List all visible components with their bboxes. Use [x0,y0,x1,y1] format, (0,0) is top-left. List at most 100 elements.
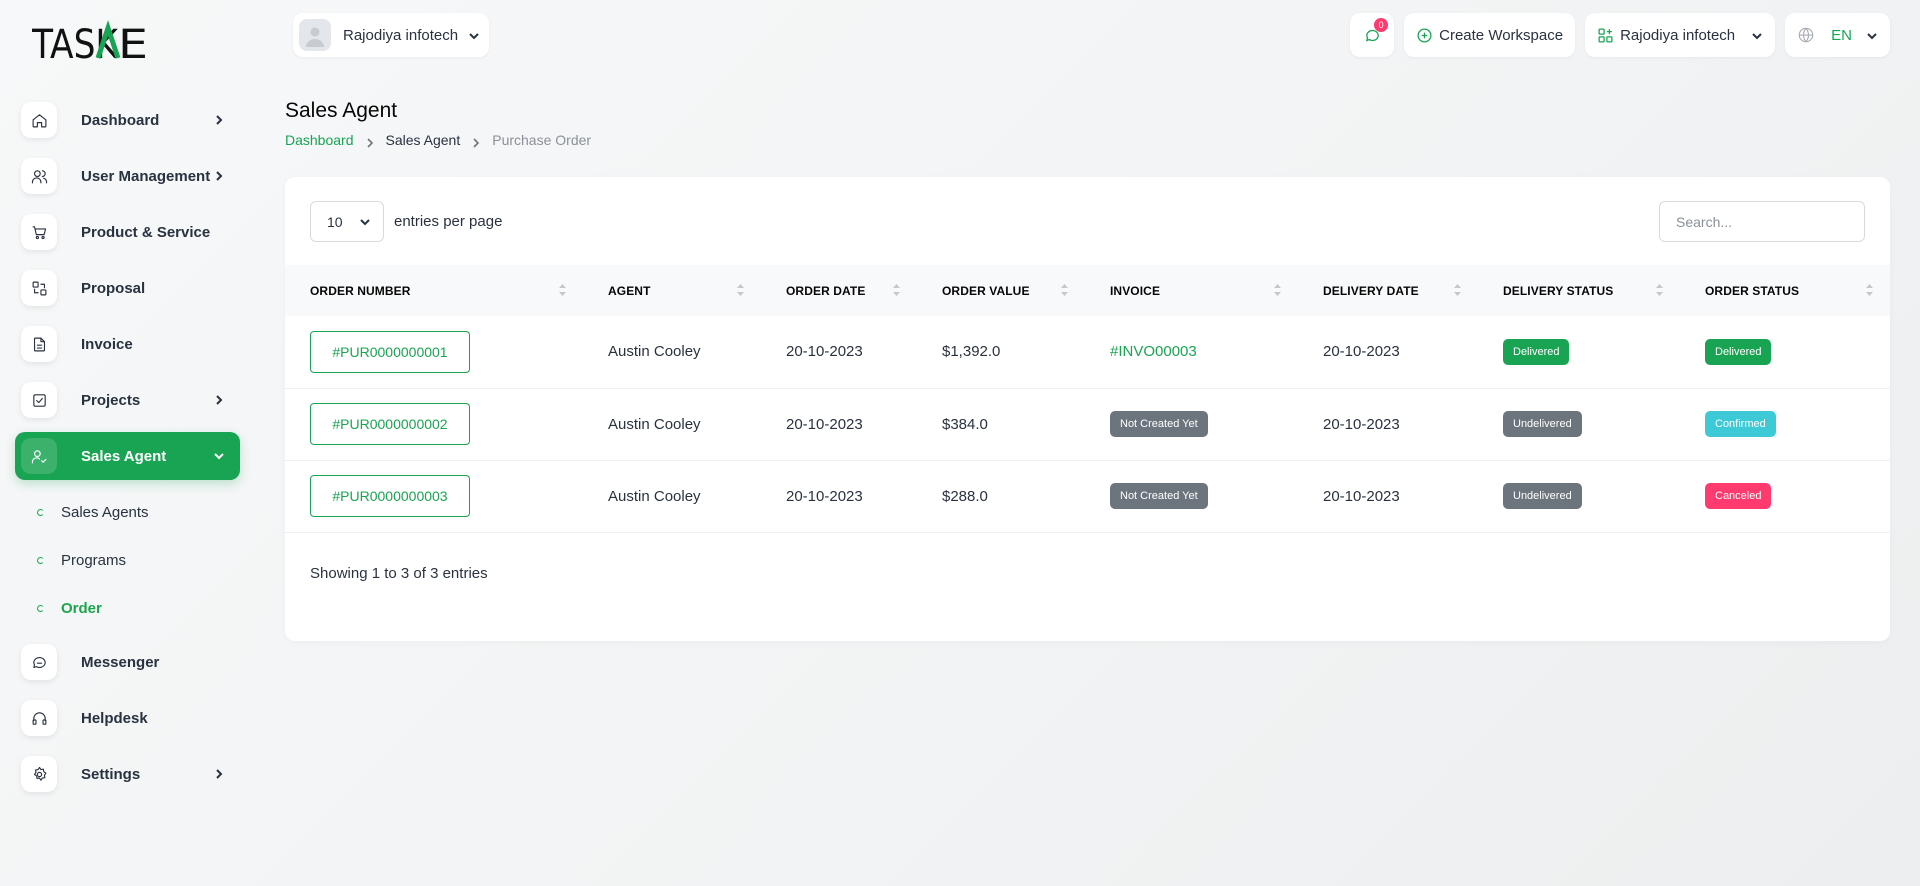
taskae-logo[interactable]: TASK E [32,20,150,64]
sidebar-item-label: Invoice [81,335,133,353]
sidebar-item-settings[interactable]: Settings [15,750,240,798]
sort-icon [892,283,901,297]
delivery-date-cell: 20-10-2023 [1298,316,1478,389]
sidebar-item-helpdesk[interactable]: Helpdesk [15,694,240,742]
chat-icon [21,644,57,680]
sales-agent-submenu: Sales Agents Programs Order [15,488,240,632]
messages-count-badge: 0 [1374,18,1389,32]
entries-per-page-label: entries per page [394,213,503,230]
svg-text:E: E [118,22,148,64]
column-header-order-status[interactable]: ORDER STATUS [1680,265,1890,316]
proposal-icon [21,270,57,306]
user-check-icon [21,438,57,474]
delivery-status-badge: Undelivered [1503,411,1582,437]
invoice-link[interactable]: #INVO00003 [1110,343,1197,360]
order-status-badge: Canceled [1705,483,1772,509]
order-number-button[interactable]: #PUR0000000002 [310,403,470,445]
column-header-invoice[interactable]: INVOICE [1085,265,1298,316]
entries-per-page-value: 10 [327,213,343,230]
bullet-icon [37,556,44,564]
create-workspace-button[interactable]: Create Workspace [1404,13,1576,57]
page-title: Sales Agent [285,99,398,122]
sidebar-item-messenger[interactable]: Messenger [15,638,240,686]
agent-cell: Austin Cooley [583,388,761,461]
file-icon [21,326,57,362]
headset-icon [21,700,57,736]
plus-circle-icon [1417,27,1432,43]
avatar [299,19,331,51]
column-header-label: AGENT [608,283,651,298]
column-header-label: ORDER NUMBER [310,283,411,298]
sidebar-item-label: User Management [81,167,211,185]
agent-cell: Austin Cooley [583,316,761,389]
breadcrumb-dashboard[interactable]: Dashboard [285,132,354,148]
chevron-down-icon [212,449,226,463]
sidebar-item-sales-agent[interactable]: Sales Agent [15,432,240,480]
submenu-item-order[interactable]: Order [15,584,240,632]
gear-icon [21,756,57,792]
submenu-item-programs[interactable]: Programs [15,536,240,584]
messages-button[interactable]: 0 [1350,13,1395,57]
delivery-date-cell: 20-10-2023 [1298,460,1478,533]
sidebar-item-label: Dashboard [81,111,160,129]
sort-icon [1060,283,1069,297]
column-header-agent[interactable]: AGENT [583,265,761,316]
column-header-label: DELIVERY STATUS [1503,283,1614,298]
workspace-name: Rajodiya infotech [1620,26,1736,44]
sidebar-item-projects[interactable]: Projects [15,376,240,424]
order-status-badge: Delivered [1705,338,1772,365]
sidebar-item-label: Messenger [81,653,160,671]
order-value-cell: $288.0 [917,460,1085,533]
column-header-label: ORDER VALUE [942,283,1030,298]
org-name: Rajodiya infotech [343,26,459,44]
order-date-cell: 20-10-2023 [761,316,917,389]
chevron-down-icon [1751,29,1763,41]
column-header-delivery-date[interactable]: DELIVERY DATE [1298,265,1478,316]
column-header-order-date[interactable]: ORDER DATE [761,265,917,316]
sidebar-item-proposal[interactable]: Proposal [15,264,240,312]
sort-icon [1655,283,1664,297]
home-icon [21,102,57,138]
submenu-item-label: Order [61,599,102,617]
sidebar-item-invoice[interactable]: Invoice [15,320,240,368]
column-header-order-number[interactable]: ORDER NUMBER [285,265,583,316]
sidebar-item-label: Sales Agent [81,447,167,465]
column-header-order-value[interactable]: ORDER VALUE [917,265,1085,316]
sidebar-item-dashboard[interactable]: Dashboard [15,96,240,144]
column-header-label: ORDER DATE [786,283,866,298]
submenu-item-sales-agents[interactable]: Sales Agents [15,488,240,536]
language-code: EN [1831,26,1852,44]
orders-card: 10 entries per page ORDER NUMBER AGENT O… [285,177,1890,641]
order-status-badge: Confirmed [1705,411,1776,437]
order-number-button[interactable]: #PUR0000000001 [310,330,470,373]
search-input[interactable] [1659,201,1865,242]
top-bar-actions: 0 Create Workspace Rajodiya infotech EN [1350,13,1890,57]
table-footer-info: Showing 1 to 3 of 3 entries [310,565,488,582]
entries-per-page-select[interactable]: 10 [310,201,384,242]
column-header-label: ORDER STATUS [1705,283,1800,298]
language-switcher[interactable]: EN [1785,13,1890,57]
create-workspace-label: Create Workspace [1439,26,1564,44]
sort-icon [736,283,745,297]
sort-icon [1273,283,1282,297]
sidebar: TASK E Dashboard User Management Product… [0,0,260,886]
order-date-cell: 20-10-2023 [761,388,917,461]
table-row: #PUR0000000003 Austin Cooley 20-10-2023 … [285,460,1890,533]
sidebar-item-product-service[interactable]: Product & Service [15,208,240,256]
org-switcher[interactable]: Rajodiya infotech [293,13,489,57]
sidebar-item-label: Projects [81,391,141,409]
sort-icon [1453,283,1462,297]
sidebar-item-label: Product & Service [81,223,211,241]
chevron-right-icon [212,113,226,127]
order-number-button[interactable]: #PUR0000000003 [310,475,470,517]
chevron-right-icon [212,767,226,781]
order-date-cell: 20-10-2023 [761,460,917,533]
workspace-switcher[interactable]: Rajodiya infotech [1585,13,1776,57]
column-header-delivery-status[interactable]: DELIVERY STATUS [1478,265,1680,316]
apps-icon [1598,27,1613,43]
sidebar-item-user-management[interactable]: User Management [15,152,240,200]
submenu-item-label: Programs [61,551,127,569]
chevron-down-icon [359,218,370,225]
entries-per-page: 10 entries per page [310,201,502,242]
breadcrumb: Dashboard Sales Agent Purchase Order [285,132,591,148]
